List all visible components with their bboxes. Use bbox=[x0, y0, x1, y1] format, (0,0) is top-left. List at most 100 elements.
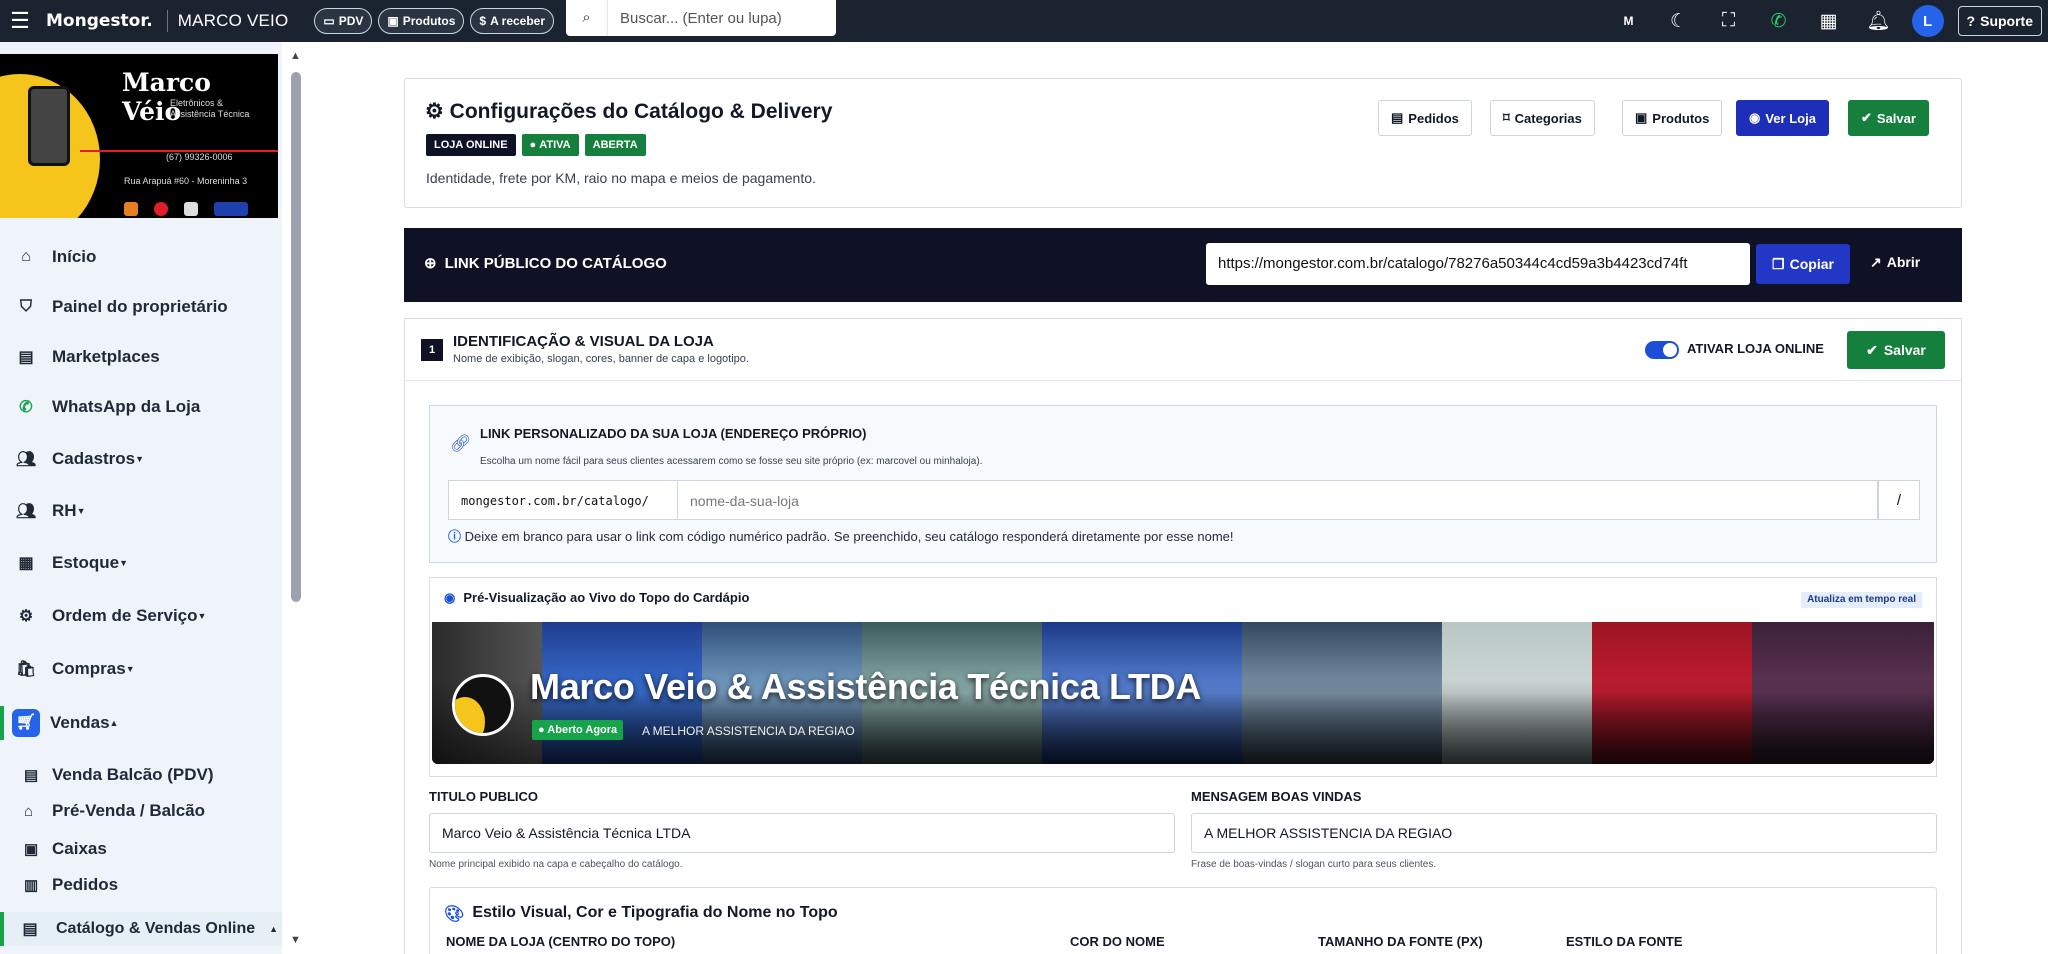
sidebar-item-catalogo[interactable]: ▤ Catálogo & Vendas Online ▲ bbox=[0, 912, 282, 946]
style-title: 🎨︎ Estilo Visual, Cor e Tipografia do Nom… bbox=[444, 904, 838, 924]
live-preview-panel: ◉ Pré-Visualização ao Vivo do Topo do Car… bbox=[429, 577, 1937, 777]
style-panel: 🎨︎ Estilo Visual, Cor e Tipografia do Nom… bbox=[429, 887, 1937, 954]
sidebar-item-label: Catálogo & Vendas Online bbox=[56, 920, 256, 937]
produtos-button[interactable]: ▣ Produtos bbox=[1622, 100, 1723, 136]
categorias-button[interactable]: ⌑ Categorias bbox=[1490, 100, 1595, 136]
apple-icon bbox=[184, 202, 198, 216]
public-link-title: ⊕ LINK PÚBLICO DO CATÁLOGO bbox=[424, 254, 667, 273]
sidebar-subitem-pedidos[interactable]: ▥ Pedidos bbox=[24, 870, 118, 900]
fullscreen-icon[interactable]: ⛶ bbox=[1704, 10, 1754, 32]
sidebar-subitem-pre-venda[interactable]: ⌂ Pré-Venda / Balcão bbox=[24, 796, 205, 826]
search-icon[interactable]: ⌕ bbox=[566, 0, 608, 36]
gear-icon: ⚙ bbox=[425, 100, 450, 123]
top-bar-actions: M ☾ ⛶ ✆ ▦ 🔔︎ L ? Suporte bbox=[1604, 0, 2048, 42]
pedidos-label: Pedidos bbox=[1408, 110, 1459, 126]
sidebar-item-compras[interactable]: 🛍︎ Compras ▼ bbox=[0, 652, 135, 686]
produtos-button[interactable]: ▣ Produtos bbox=[378, 8, 465, 34]
logo-brands bbox=[124, 202, 248, 216]
status-icon[interactable]: M bbox=[1604, 14, 1654, 28]
whatsapp-icon: ✆ bbox=[19, 399, 33, 416]
welcome-field[interactable]: A MELHOR ASSISTENCIA DA REGIAO bbox=[1191, 813, 1937, 853]
avatar[interactable]: L bbox=[1911, 5, 1944, 37]
style-title-text: Estilo Visual, Cor e Tipografia do Nome … bbox=[472, 904, 838, 921]
section-save-label: Salvar bbox=[1883, 342, 1926, 358]
status-badge: ● ATIVA bbox=[521, 134, 579, 156]
sidebar-item-marketplaces[interactable]: ▤ Marketplaces bbox=[0, 340, 159, 374]
sidebar-subitem-caixas[interactable]: ▣ Caixas bbox=[24, 834, 107, 864]
quick-actions: ▭ PDV ▣ Produtos $ A receber bbox=[314, 8, 555, 34]
orders-icon: ▥ bbox=[24, 877, 39, 894]
whatsapp-icon[interactable]: ✆ bbox=[1754, 10, 1804, 33]
section-save-button[interactable]: ✔ Salvar bbox=[1847, 331, 1945, 369]
sidebar-item-rh[interactable]: 👥︎ RH ▼ bbox=[0, 494, 86, 528]
sidebar-subitem-label: Venda Balcão (PDV) bbox=[52, 765, 214, 784]
sidebar-item-inicio[interactable]: ⌂ Início bbox=[0, 240, 96, 274]
sidebar-item-vendas[interactable]: 🛒︎ Vendas ▲ bbox=[0, 706, 118, 740]
slug-input[interactable]: nome-da-sua-loja bbox=[678, 480, 1878, 520]
status-badge-label: ATIVA bbox=[539, 139, 571, 151]
brand-logo[interactable]: Mongestor. bbox=[46, 11, 153, 31]
section-identification: 1 IDENTIFICAÇÃO & VISUAL DA LOJA Nome de… bbox=[404, 318, 1962, 954]
online-store-toggle-label: ATIVAR LOJA ONLINE bbox=[1687, 341, 1824, 356]
preview-title: ◉ Pré-Visualização ao Vivo do Topo do Car… bbox=[444, 590, 749, 606]
public-link-url[interactable]: https://mongestor.com.br/catalogo/78276a… bbox=[1206, 243, 1750, 285]
ver-loja-label: Ver Loja bbox=[1765, 110, 1816, 126]
sidebar-subitem-label: Caixas bbox=[52, 839, 107, 858]
bell-icon[interactable]: 🔔︎ bbox=[1854, 9, 1904, 33]
sidebar-item-ordem-servico[interactable]: ⚙ Ordem de Serviço ▼ bbox=[0, 599, 207, 633]
sidebar-item-cadastros[interactable]: 👥︎ Cadastros ▼ bbox=[0, 442, 144, 476]
register-icon: ▤ bbox=[24, 767, 39, 784]
title-field[interactable]: Marco Veio & Assistência Técnica LTDA bbox=[429, 813, 1175, 853]
online-store-toggle[interactable] bbox=[1645, 341, 1679, 359]
tag-icon: ⌑ bbox=[1503, 110, 1510, 125]
search-input[interactable]: Buscar... (Enter ou lupa) bbox=[608, 10, 782, 27]
sidebar-item-painel[interactable]: ⛉ Painel do proprietário bbox=[0, 290, 228, 324]
preview-banner: Marco Veio & Assistência Técnica LTDA ● … bbox=[432, 622, 1934, 764]
theme-icon[interactable]: ☾ bbox=[1654, 10, 1704, 33]
copy-button[interactable]: ❐ Copiar bbox=[1756, 244, 1850, 284]
box-icon: ▣ bbox=[1635, 110, 1648, 125]
brand-divider bbox=[166, 10, 168, 32]
custom-link-desc: Escolha um nome fácil para seus clientes… bbox=[480, 456, 983, 467]
menu-icon[interactable]: ☰ bbox=[0, 0, 40, 42]
scroll-thumb[interactable] bbox=[291, 72, 301, 602]
dot-icon: ● bbox=[538, 724, 548, 736]
custom-link-hint-text: Deixe em branco para usar o link com cód… bbox=[464, 529, 1234, 544]
home-icon: ⌂ bbox=[21, 248, 31, 265]
copy-label: Copiar bbox=[1789, 256, 1834, 272]
produtos-label: Produtos bbox=[402, 14, 456, 28]
wrench-icon: ⚙ bbox=[18, 608, 34, 625]
chevron-down-icon: ▼ bbox=[197, 611, 207, 621]
page-title-text: Configurações do Catálogo & Delivery bbox=[449, 100, 833, 123]
scroll-down-icon[interactable]: ▼ bbox=[290, 934, 301, 946]
sidebar-item-label: Estoque bbox=[52, 553, 120, 572]
sidebar-item-label: Vendas bbox=[50, 713, 110, 732]
scroll-up-icon[interactable]: ▲ bbox=[290, 50, 301, 62]
sidebar-scrollbar[interactable]: ▲ ▼ bbox=[283, 42, 309, 954]
chevron-down-icon: ▼ bbox=[135, 454, 145, 464]
sidebar-item-label: WhatsApp da Loja bbox=[52, 397, 201, 416]
box-icon: ▣ bbox=[387, 14, 399, 28]
welcome-field-help: Frase de boas-vindas / slogan curto para… bbox=[1191, 859, 1437, 870]
support-button[interactable]: ? Suporte bbox=[1957, 6, 2042, 36]
status-badge: LOJA ONLINE bbox=[426, 134, 516, 156]
shield-icon: ⛉ bbox=[19, 298, 32, 315]
calculator-icon[interactable]: ▦ bbox=[1804, 10, 1854, 33]
preview-slogan: A MELHOR ASSISTENCIA DA REGIAO bbox=[642, 724, 855, 738]
custom-link-title: LINK PERSONALIZADO DA SUA LOJA (ENDEREÇO… bbox=[480, 426, 867, 441]
font-style-label: ESTILO DA FONTE bbox=[1566, 934, 1683, 949]
sidebar-item-whatsapp[interactable]: ✆ WhatsApp da Loja bbox=[0, 390, 200, 424]
samsung-icon bbox=[214, 202, 248, 216]
pdv-button[interactable]: ▭ PDV bbox=[314, 8, 373, 34]
sidebar-item-estoque[interactable]: ▦ Estoque ▼ bbox=[0, 546, 128, 580]
a-receber-button[interactable]: $ A receber bbox=[470, 8, 555, 34]
save-button[interactable]: ✔ Salvar bbox=[1848, 100, 1929, 136]
open-link-button[interactable]: ↗ Abrir bbox=[1870, 254, 1920, 271]
sidebar-subitem-pdv[interactable]: ▤ Venda Balcão (PDV) bbox=[24, 760, 214, 790]
pedidos-button[interactable]: ▤ Pedidos bbox=[1378, 100, 1472, 136]
sidebar-item-label: Compras bbox=[52, 659, 126, 678]
ver-loja-button[interactable]: ◉ Ver Loja bbox=[1736, 100, 1829, 136]
money-icon: $ bbox=[479, 14, 487, 28]
page-subtitle: Identidade, frete por KM, raio no mapa e… bbox=[426, 170, 816, 186]
title-field-help: Nome principal exibido na capa e cabeçal… bbox=[429, 859, 683, 870]
